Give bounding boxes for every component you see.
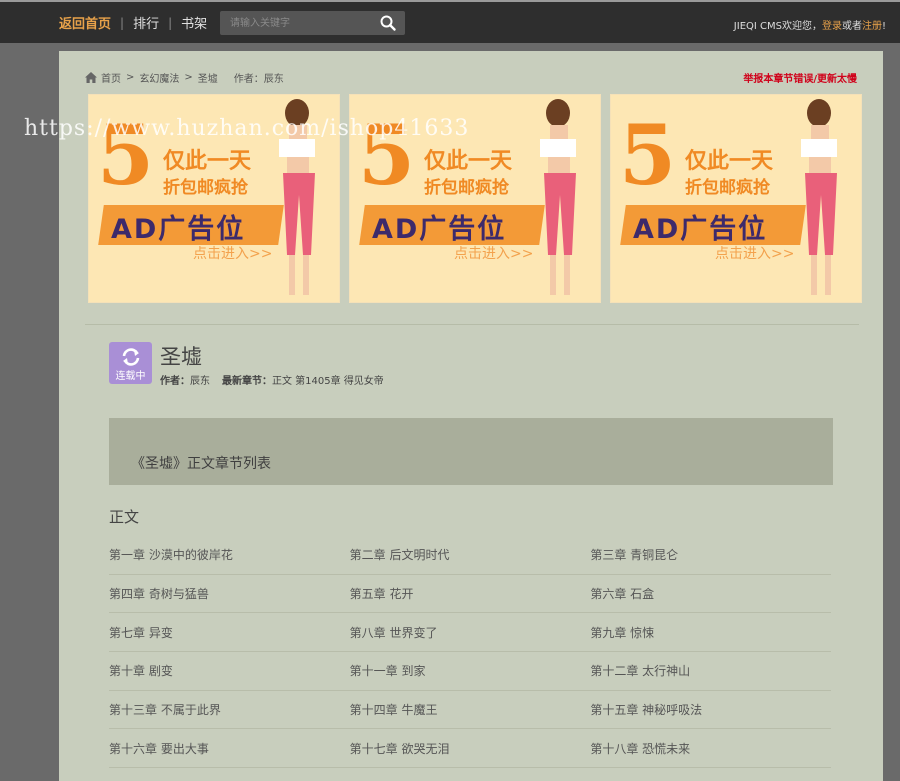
ad-number: 5 <box>619 108 677 204</box>
chapter-link[interactable]: 第一章 沙漠中的彼岸花 <box>109 546 350 563</box>
section-title: 正文 <box>109 508 140 526</box>
ad-enter-text: 点击进入>> <box>454 246 534 262</box>
chapter-link[interactable]: 第二章 后文明时代 <box>350 546 591 563</box>
breadcrumb-author: 作者：辰东 <box>233 74 284 85</box>
chapter-row: 第十六章 要出大事 第十七章 欲哭无泪 第十八章 恐慌未来 <box>109 729 831 769</box>
ad-line-2: 折包邮疯抢 <box>685 178 770 198</box>
author-label: 作者： <box>160 376 190 387</box>
ad-label: AD广告位 <box>372 214 507 245</box>
chapter-link[interactable]: 第十四章 牛魔王 <box>350 701 591 718</box>
top-bar: 返回首页 | 排行 | 书架 JIEQI CMS欢迎您，登录或者注册! <box>0 0 900 43</box>
chapter-link[interactable]: 第十二章 太行神山 <box>590 662 831 679</box>
chapter-row: 第四章 奇树与猛兽 第五章 花开 第六章 石盒 <box>109 575 831 614</box>
search-button[interactable] <box>379 14 397 32</box>
chapter-list-header: 《圣墟》正文章节列表 <box>109 418 833 485</box>
divider <box>85 324 859 325</box>
ad-enter-text: 点击进入>> <box>715 246 795 262</box>
chapter-link[interactable]: 第六章 石盒 <box>590 585 831 602</box>
breadcrumb-separator: > <box>184 72 193 83</box>
chapter-link[interactable]: 第五章 花开 <box>350 585 591 602</box>
chapter-link[interactable]: 第十八章 恐慌未来 <box>590 740 831 757</box>
chapter-link[interactable]: 第十章 剧变 <box>109 662 350 679</box>
chapter-link[interactable]: 第十三章 不属于此界 <box>109 701 350 718</box>
ad-line-1: 仅此一天 <box>424 149 513 174</box>
nav-separator: | <box>120 15 125 30</box>
ad-line-1: 仅此一天 <box>163 149 252 174</box>
chapter-link[interactable]: 第七章 异变 <box>109 624 350 641</box>
chapter-link[interactable]: 第九章 惊悚 <box>590 624 831 641</box>
nav-separator: | <box>168 15 173 30</box>
search-input[interactable] <box>220 11 370 35</box>
chapter-list: 第一章 沙漠中的彼岸花 第二章 后文明时代 第三章 青铜昆仑 第四章 奇树与猛兽… <box>109 536 831 769</box>
ad-line-2: 折包邮疯抢 <box>424 178 509 198</box>
welcome-text: JIEQI CMS欢迎您， <box>733 21 822 32</box>
latest-chapter-link[interactable]: 正文 第1405章 得见女帝 <box>272 376 384 387</box>
author-name: 辰东 <box>190 376 210 387</box>
user-bar: JIEQI CMS欢迎您，登录或者注册! <box>734 17 886 32</box>
exclaim-text: ! <box>881 21 886 32</box>
chapter-link[interactable]: 第四章 奇树与猛兽 <box>109 585 350 602</box>
chapter-row: 第十三章 不属于此界 第十四章 牛魔王 第十五章 神秘呼吸法 <box>109 691 831 730</box>
chapter-link[interactable]: 第十一章 到家 <box>350 662 591 679</box>
chapter-row: 第一章 沙漠中的彼岸花 第二章 后文明时代 第三章 青铜昆仑 <box>109 536 831 575</box>
login-link[interactable]: 登录 <box>822 21 842 32</box>
ad-enter-text: 点击进入>> <box>193 246 273 262</box>
home-icon <box>85 72 97 83</box>
book-title: 圣墟 <box>160 345 202 369</box>
main-panel: 首页 > 玄幻魔法 > 圣墟 作者：辰东 举报本章节错误/更新太慢 5 仅此一天… <box>59 51 883 781</box>
ad-label: AD广告位 <box>633 214 768 245</box>
chapter-link[interactable]: 第八章 世界变了 <box>350 624 591 641</box>
top-nav: 返回首页 | 排行 | 书架 <box>59 13 207 33</box>
chapter-link[interactable]: 第十五章 神秘呼吸法 <box>590 701 831 718</box>
nav-home-link[interactable]: 返回首页 <box>59 13 111 32</box>
breadcrumb-book-link[interactable]: 圣墟 <box>198 70 218 85</box>
register-link[interactable]: 注册 <box>862 21 882 32</box>
ad-line-2: 折包邮疯抢 <box>163 178 248 198</box>
or-text: 或者 <box>841 21 862 32</box>
status-label: 连载中 <box>115 371 146 382</box>
breadcrumb-category-link[interactable]: 玄幻魔法 <box>139 70 179 85</box>
breadcrumb-home-link[interactable]: 首页 <box>101 70 121 85</box>
chapter-list-title: 《圣墟》正文章节列表 <box>131 456 271 472</box>
ad-label: AD广告位 <box>111 214 246 245</box>
ad-banner-3[interactable]: 5 仅此一天 折包邮疯抢 AD广告位 点击进入>> <box>610 94 862 303</box>
chapter-row: 第十章 剧变 第十一章 到家 第十二章 太行神山 <box>109 652 831 691</box>
nav-shelf-link[interactable]: 书架 <box>181 13 207 32</box>
breadcrumb-separator: > <box>126 72 135 83</box>
breadcrumb: 首页 > 玄幻魔法 > 圣墟 作者：辰东 <box>85 70 284 85</box>
nav-rank-link[interactable]: 排行 <box>133 13 159 32</box>
latest-chapter-label: 最新章节： <box>222 376 272 387</box>
chapter-link[interactable]: 第十七章 欲哭无泪 <box>350 740 591 757</box>
chapter-link[interactable]: 第三章 青铜昆仑 <box>590 546 831 563</box>
search-box <box>220 11 405 35</box>
watermark: https://www.huzhan.com/ishop41633 <box>24 116 470 141</box>
chapter-link[interactable]: 第十六章 要出大事 <box>109 740 350 757</box>
status-badge: 连载中 <box>109 342 152 384</box>
chapter-row: 第七章 异变 第八章 世界变了 第九章 惊悚 <box>109 613 831 653</box>
refresh-icon <box>122 348 140 366</box>
book-meta: 作者：辰东 最新章节：正文 第1405章 得见女帝 <box>160 372 384 387</box>
report-error-link[interactable]: 举报本章节错误/更新太慢 <box>743 70 857 85</box>
search-icon <box>380 15 396 31</box>
ad-line-1: 仅此一天 <box>685 149 774 174</box>
